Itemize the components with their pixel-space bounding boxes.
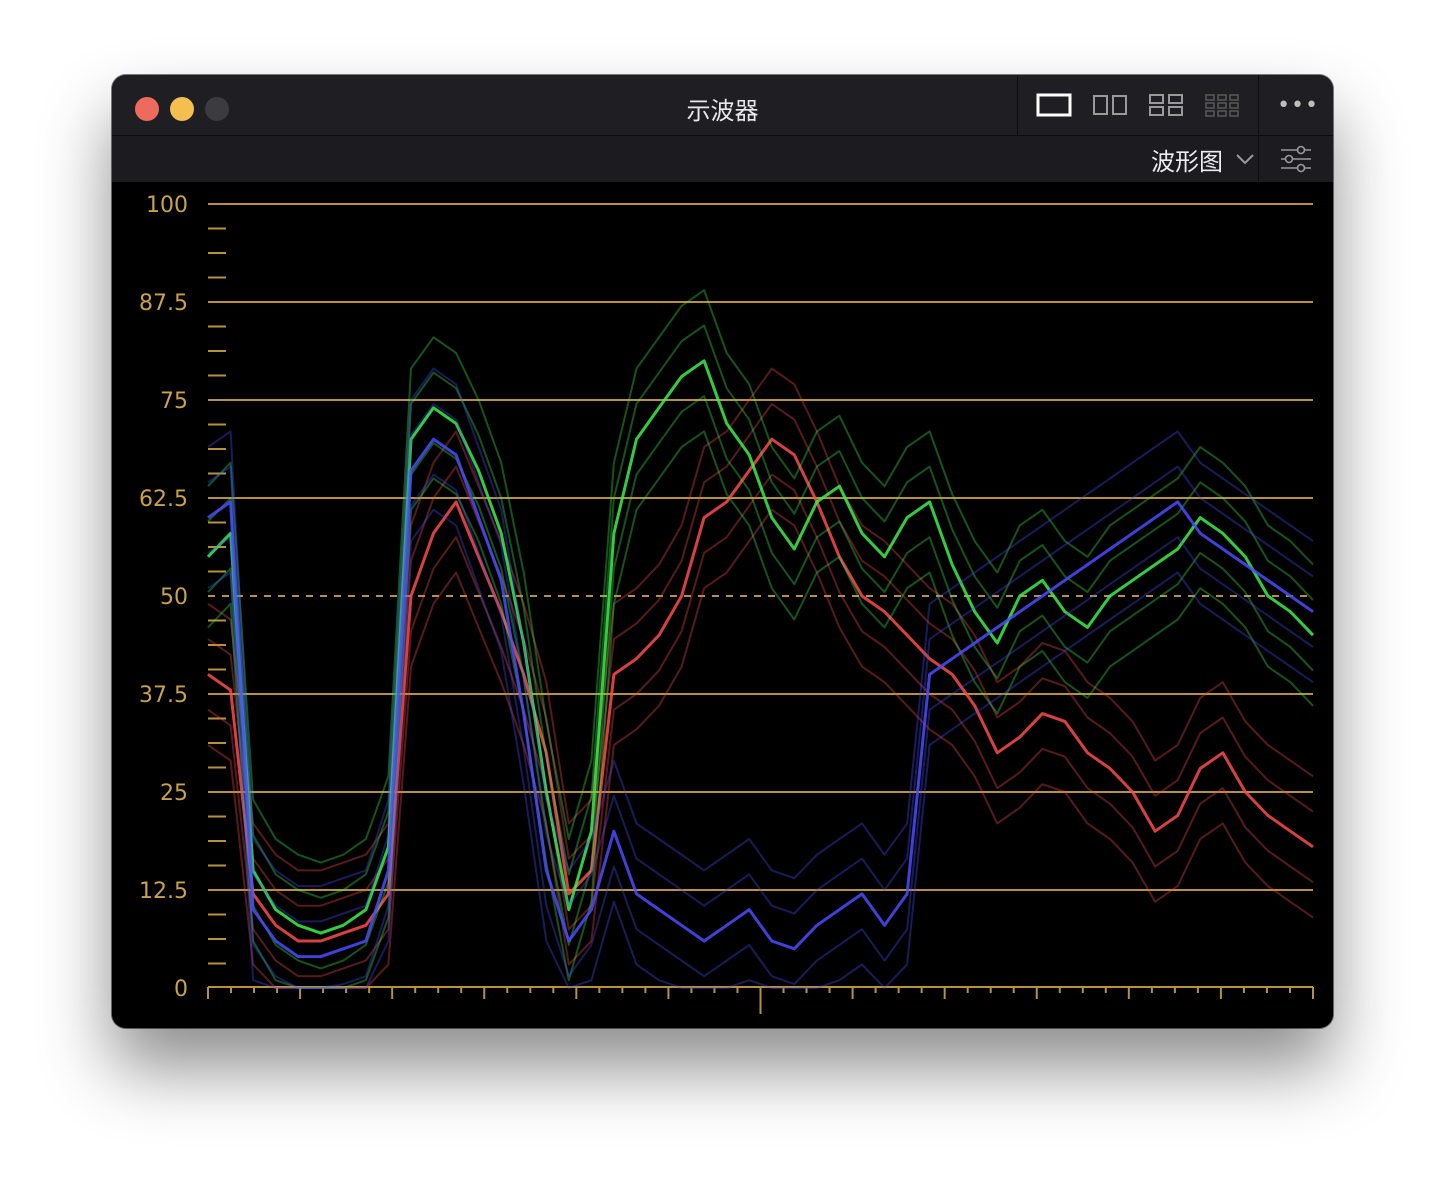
chevron-down-icon <box>1236 154 1254 165</box>
tick-label: 25 <box>160 781 188 806</box>
quad-view-icon[interactable] <box>1148 91 1184 119</box>
tick-label: 50 <box>160 585 188 610</box>
scope-mode-label: 波形图 <box>1151 147 1223 176</box>
scope-mode-dropdown[interactable]: 波形图 <box>1151 144 1255 176</box>
tick-label: 75 <box>160 389 188 414</box>
tick-label: 37.5 <box>139 683 188 708</box>
waveform-scope: 100 87.5 75 62.5 50 37.5 25 12.5 0 <box>112 182 1333 1028</box>
tick-label: 62.5 <box>139 487 188 512</box>
title-bar: 示波器 ••• <box>112 75 1333 136</box>
scope-toolbar: 波形图 <box>112 136 1333 183</box>
sliders-icon <box>1281 145 1311 173</box>
waveform-trace-red <box>207 402 1314 907</box>
oscilloscope-window: 示波器 ••• 波形图 100 87.5 75 62.5 50 37.5 25 … <box>112 75 1333 1028</box>
tick-label: 100 <box>146 193 188 218</box>
tick-label: 87.5 <box>139 291 188 316</box>
tick-label: 0 <box>174 977 188 1002</box>
scope-settings-button[interactable] <box>1258 136 1333 182</box>
waveform-trace-red <box>207 367 1314 872</box>
waveform-trace-green <box>207 430 1314 989</box>
dual-view-icon[interactable] <box>1092 91 1128 119</box>
waveform-trace-red <box>207 437 1314 943</box>
tick-label: 12.5 <box>139 879 188 904</box>
waveform-trace-red <box>207 473 1314 978</box>
more-options-button[interactable]: ••• <box>1277 93 1319 118</box>
single-view-icon[interactable] <box>1036 91 1072 119</box>
waveform-trace-blue <box>207 473 1314 989</box>
waveform-trace-green <box>207 324 1314 899</box>
waveform-trace-blue <box>207 367 1314 888</box>
waveform-plot: 100 87.5 75 62.5 50 37.5 25 12.5 0 <box>139 193 1315 1014</box>
layout-selector <box>1017 75 1259 135</box>
waveform-trace-green <box>207 289 1314 864</box>
multi-view-icon[interactable] <box>1204 91 1240 119</box>
